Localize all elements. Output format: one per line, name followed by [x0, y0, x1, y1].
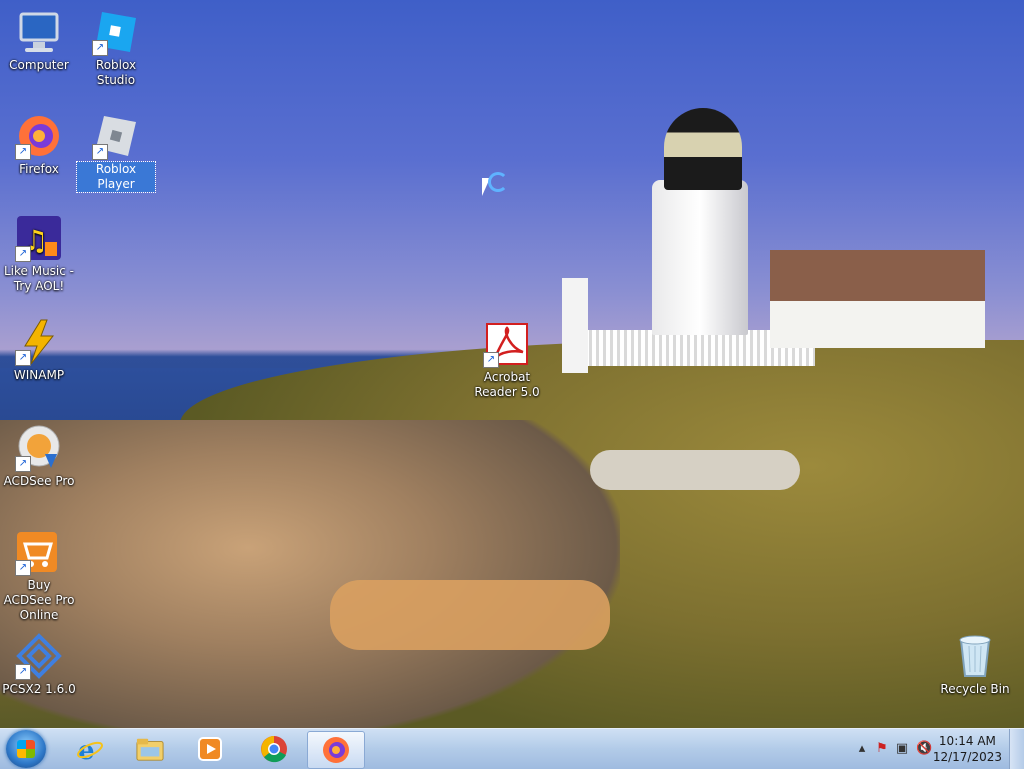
action-center-flag-icon[interactable]: ⚑ [874, 741, 890, 757]
wallpaper-rock [330, 580, 610, 650]
desktop-icon-firefox[interactable]: ↗ Firefox [0, 112, 78, 177]
taskbar-item-media-player[interactable] [182, 731, 238, 767]
windows-logo-icon [17, 740, 35, 758]
wallpaper-rocks [0, 420, 620, 728]
recycle-bin-icon [951, 632, 999, 680]
desktop-icon-recycle-bin[interactable]: Recycle Bin [936, 632, 1014, 697]
firefox-icon [323, 737, 349, 763]
desktop-icon-label: Roblox Studio [95, 58, 137, 87]
show-desktop-button[interactable] [1009, 729, 1024, 769]
winamp-bolt-icon: ↗ [15, 318, 63, 366]
desktop-icon-computer[interactable]: Computer [0, 8, 78, 73]
taskbar-item-windows-explorer[interactable] [122, 731, 178, 767]
clock-date: 12/17/2023 [932, 750, 1002, 764]
taskbar-item-chrome[interactable] [246, 731, 302, 767]
folder-icon [136, 738, 164, 761]
taskbar: e ▴ ⚑ ▣ 🔇 10:14 AM 12/17/2023 [0, 728, 1024, 769]
desktop-icon-label: Computer [9, 58, 69, 72]
start-button[interactable] [6, 730, 46, 768]
shortcut-arrow-icon: ↗ [15, 560, 31, 576]
tray-overflow-chevron-icon[interactable]: ▴ [854, 741, 870, 757]
acrobat-icon: ↗ [483, 320, 531, 368]
desktop-icon-label: Recycle Bin [940, 682, 1010, 696]
desktop-icon-like-music[interactable]: ♫ ↗ Like Music - Try AOL! [0, 214, 78, 294]
desktop-icon-label: Firefox [19, 162, 59, 176]
taskbar-clock[interactable]: 10:14 AM 12/17/2023 [933, 733, 1002, 765]
volume-muted-icon[interactable]: 🔇 [916, 741, 932, 757]
wallpaper-lighthouse [652, 180, 748, 335]
desktop[interactable]: Computer ↗ Roblox Studio ↗ Firefox ↗ Rob… [0, 0, 1024, 728]
media-player-icon [198, 737, 222, 761]
shopping-cart-icon: ↗ [15, 528, 63, 576]
desktop-icon-label: ACDSee Pro [3, 474, 75, 488]
taskbar-item-internet-explorer[interactable]: e [62, 731, 118, 767]
desktop-icon-label-selected: Roblox Player [76, 161, 156, 193]
shortcut-arrow-icon: ↗ [92, 40, 108, 56]
desktop-icon-roblox-studio[interactable]: ↗ Roblox Studio [77, 8, 155, 88]
computer-icon [15, 8, 63, 56]
shortcut-arrow-icon: ↗ [92, 144, 108, 160]
desktop-icon-label: Like Music - Try AOL! [3, 264, 75, 293]
shortcut-arrow-icon: ↗ [483, 352, 499, 368]
pcsx2-icon: ↗ [15, 632, 63, 680]
network-icon[interactable]: ▣ [894, 741, 910, 757]
wallpaper-lighthouse-top [664, 108, 742, 190]
busy-spinner-icon [488, 172, 508, 192]
wallpaper-house [770, 250, 985, 348]
desktop-icon-label: WINAMP [13, 368, 65, 382]
firefox-icon: ↗ [15, 112, 63, 160]
shortcut-arrow-icon: ↗ [15, 144, 31, 160]
roblox-studio-icon: ↗ [92, 8, 140, 56]
shortcut-arrow-icon: ↗ [15, 664, 31, 680]
internet-explorer-icon: e [77, 736, 103, 763]
acdsee-icon: ↗ [15, 424, 63, 472]
desktop-icon-acrobat-reader[interactable]: ↗ Acrobat Reader 5.0 [468, 320, 546, 400]
desktop-icon-pcsx2[interactable]: ↗ PCSX2 1.6.0 [0, 632, 78, 697]
shortcut-arrow-icon: ↗ [15, 246, 31, 262]
desktop-icon-label: Acrobat Reader 5.0 [474, 370, 540, 399]
desktop-icon-acdsee-pro[interactable]: ↗ ACDSee Pro [0, 424, 78, 489]
music-notes-icon: ♫ ↗ [15, 214, 63, 262]
desktop-icon-winamp[interactable]: ↗ WINAMP [0, 318, 78, 383]
taskbar-item-firefox[interactable] [307, 731, 365, 769]
wallpaper-rock [590, 450, 800, 490]
wallpaper-tower [562, 278, 588, 373]
system-tray: ▴ ⚑ ▣ 🔇 10:14 AM 12/17/2023 [834, 729, 1024, 769]
shortcut-arrow-icon: ↗ [15, 456, 31, 472]
roblox-player-icon: ↗ [92, 112, 140, 160]
chrome-icon [261, 736, 287, 763]
desktop-icon-roblox-player[interactable]: ↗ Roblox Player [76, 112, 156, 193]
desktop-icon-label: PCSX2 1.6.0 [2, 682, 76, 696]
desktop-icon-buy-acdsee[interactable]: ↗ Buy ACDSee Pro Online [0, 528, 78, 623]
shortcut-arrow-icon: ↗ [15, 350, 31, 366]
clock-time: 10:14 AM [938, 734, 996, 748]
desktop-icon-label: Buy ACDSee Pro Online [3, 578, 75, 622]
